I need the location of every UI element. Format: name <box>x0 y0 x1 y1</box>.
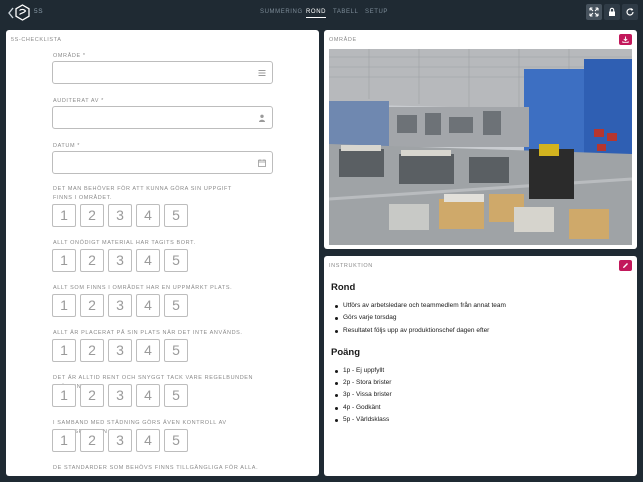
rating-button-5[interactable]: 5 <box>164 204 188 227</box>
rating-button-2[interactable]: 2 <box>80 429 104 452</box>
audited-by-label: AUDITERAT AV * <box>53 98 104 104</box>
fullscreen-button[interactable] <box>586 4 602 20</box>
calendar-icon <box>258 159 266 167</box>
rating-button-4[interactable]: 4 <box>136 384 160 407</box>
rating-button-2[interactable]: 2 <box>80 384 104 407</box>
rating-button-5[interactable]: 5 <box>164 384 188 407</box>
rating-button-5[interactable]: 5 <box>164 294 188 317</box>
rating-button-2[interactable]: 2 <box>80 339 104 362</box>
rating-button-1[interactable]: 1 <box>52 384 76 407</box>
rating-button-3[interactable]: 3 <box>108 429 132 452</box>
user-icon <box>259 114 265 122</box>
rating-button-3[interactable]: 3 <box>108 339 132 362</box>
rating-button-3[interactable]: 3 <box>108 204 132 227</box>
download-icon <box>622 36 629 43</box>
list-item: 5p - Världsklass <box>331 414 626 426</box>
tab-rond[interactable]: ROND <box>306 9 327 18</box>
question-2-text: ALLT ONÖDIGT MATERIAL HAR TAGITS BORT. <box>53 240 196 246</box>
list-item: 4p - Godkänt <box>331 402 626 414</box>
list-item: Utförs av arbetsledare och teammedlem fr… <box>331 300 626 312</box>
tab-tabell[interactable]: TABELL <box>333 9 359 15</box>
fullscreen-icon <box>589 7 599 17</box>
list-item: Görs varje torsdag <box>331 312 626 324</box>
instruction-title: INSTRUKTION <box>329 263 373 269</box>
rond-list: Utförs av arbetsledare och teammedlem fr… <box>331 300 626 337</box>
instruction-card: INSTRUKTION Rond Utförs av arbetsledare … <box>324 256 637 476</box>
question-3-text: ALLT SOM FINNS I OMRÅDET HAR EN UPPMÄRKT… <box>53 285 233 291</box>
poang-list: 1p - Ej uppfyllt 2p - Stora brister 3p -… <box>331 365 626 426</box>
list-icon <box>258 70 266 76</box>
question-4-text: ALLT ÄR PLACERAT PÅ SIN PLATS NÄR DET IN… <box>53 330 243 336</box>
pencil-icon <box>623 263 628 268</box>
download-button[interactable] <box>619 34 632 45</box>
tab-setup[interactable]: SETUP <box>365 9 388 15</box>
section-heading-rond: Rond <box>331 282 356 293</box>
checklist-title: 5S-CHECKLISTA <box>11 37 62 43</box>
area-card: OMRÅDE <box>324 30 637 249</box>
rating-button-4[interactable]: 4 <box>136 339 160 362</box>
question-7-text: DE STANDARDER SOM BEHÖVS FINNS TILLGÄNGL… <box>53 465 259 471</box>
date-field[interactable] <box>52 151 273 174</box>
refresh-button[interactable] <box>622 4 638 20</box>
factory-image <box>329 49 632 245</box>
top-bar: 5S SUMMERING ROND TABELL SETUP <box>0 0 643 26</box>
rating-button-1[interactable]: 1 <box>52 429 76 452</box>
edit-button[interactable] <box>619 260 632 271</box>
checklist-card: 5S-CHECKLISTA OMRÅDE * AUDITERAT AV * DA… <box>6 30 319 476</box>
rating-button-1[interactable]: 1 <box>52 249 76 272</box>
rating-button-4[interactable]: 4 <box>136 294 160 317</box>
main-tabs: SUMMERING ROND TABELL SETUP <box>0 0 643 26</box>
rating-button-2[interactable]: 2 <box>80 249 104 272</box>
date-field-label: DATUM * <box>53 143 81 149</box>
rating-button-1[interactable]: 1 <box>52 204 76 227</box>
question-1-text: DET MAN BEHÖVER FÖR ATT KUNNA GÖRA SIN U… <box>53 186 232 201</box>
rating-button-3[interactable]: 3 <box>108 249 132 272</box>
rating-button-1[interactable]: 1 <box>52 294 76 317</box>
rating-button-4[interactable]: 4 <box>136 249 160 272</box>
rating-button-5[interactable]: 5 <box>164 249 188 272</box>
tab-summering[interactable]: SUMMERING <box>260 9 303 15</box>
rating-button-3[interactable]: 3 <box>108 384 132 407</box>
rating-button-3[interactable]: 3 <box>108 294 132 317</box>
instruction-content: Rond Utförs av arbetsledare och teammedl… <box>331 282 626 436</box>
area-photo <box>329 49 632 245</box>
section-heading-poang: Poäng <box>331 346 361 358</box>
list-item: 1p - Ej uppfyllt <box>331 365 626 377</box>
rating-button-2[interactable]: 2 <box>80 204 104 227</box>
lock-icon <box>609 7 615 16</box>
audited-by-field[interactable] <box>52 106 273 129</box>
rating-button-4[interactable]: 4 <box>136 204 160 227</box>
rating-button-2[interactable]: 2 <box>80 294 104 317</box>
rating-button-5[interactable]: 5 <box>164 339 188 362</box>
rating-button-4[interactable]: 4 <box>136 429 160 452</box>
refresh-icon <box>626 8 634 16</box>
list-item: 2p - Stora brister <box>331 377 626 389</box>
lock-button[interactable] <box>604 4 620 20</box>
rating-button-5[interactable]: 5 <box>164 429 188 452</box>
rating-button-1[interactable]: 1 <box>52 339 76 362</box>
list-item: 3p - Vissa brister <box>331 389 626 401</box>
area-field[interactable] <box>52 61 273 84</box>
list-item: Resultatet följs upp av produktionschef … <box>331 325 626 337</box>
area-field-label: OMRÅDE * <box>53 53 86 59</box>
area-title: OMRÅDE <box>329 37 357 43</box>
